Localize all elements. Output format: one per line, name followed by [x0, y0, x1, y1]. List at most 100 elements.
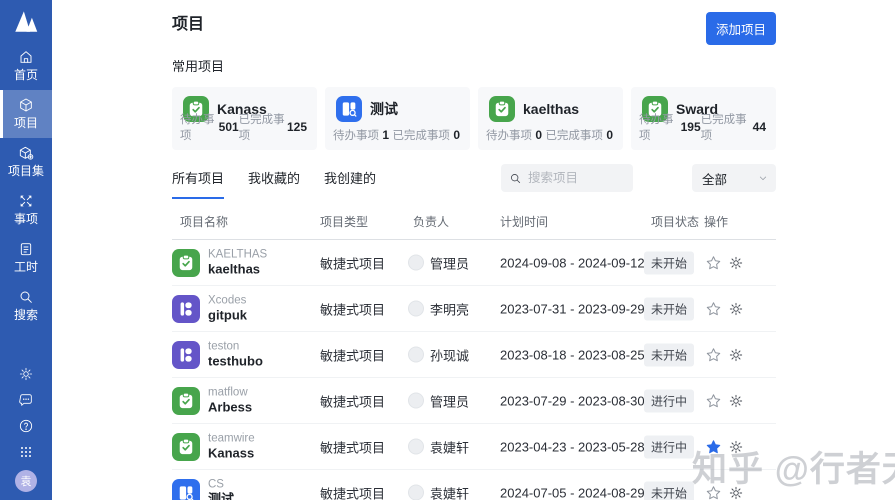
- status-badge: 未开始: [644, 481, 694, 500]
- project-name-link[interactable]: 测试: [208, 491, 234, 500]
- favorite-star-icon[interactable]: [705, 484, 722, 500]
- done-count: 125: [287, 120, 307, 134]
- card-project-name: kaelthas: [523, 101, 579, 117]
- project-card[interactable]: Kanass 待办事项 501 已完成事项 125: [172, 87, 317, 150]
- status-badge: 进行中: [644, 389, 694, 412]
- project-type: 敏捷式项目: [320, 437, 385, 456]
- app-logo[interactable]: [0, 0, 52, 42]
- done-label: 已完成事项: [701, 111, 753, 143]
- table-row[interactable]: matflow Arbess 敏捷式项目 管理员 2023-07-29 - 20…: [172, 378, 776, 424]
- sidebar-bottom: 袁: [0, 366, 52, 492]
- todo-count: 0: [535, 128, 542, 142]
- project-card[interactable]: Sward 待办事项 195 已完成事项 44: [631, 87, 776, 150]
- tab-my-favorites[interactable]: 我收藏的: [248, 168, 300, 199]
- favorite-star-icon[interactable]: [705, 346, 722, 363]
- app-window: 首页 项目 项目集 事项 工时 搜索 袁: [0, 0, 895, 500]
- owner-name: 管理员: [430, 253, 469, 272]
- apps-grid-icon[interactable]: [18, 444, 34, 460]
- table-row[interactable]: Xcodes gitpuk 敏捷式项目 李明亮 2023-07-31 - 202…: [172, 286, 776, 332]
- tab-all-projects[interactable]: 所有项目: [172, 168, 224, 199]
- project-name-link[interactable]: Kanass: [208, 445, 255, 461]
- planned-time: 2024-07-05 - 2024-08-29: [500, 485, 645, 500]
- done-label: 已完成事项: [392, 127, 450, 143]
- sidebar-item-home[interactable]: 首页: [0, 42, 52, 90]
- project-clipboard-icon: [172, 249, 200, 277]
- owner-name: 孙现诚: [430, 345, 469, 364]
- todo-count: 195: [681, 120, 701, 134]
- sidebar-item-issues[interactable]: 事项: [0, 186, 52, 234]
- project-key: matflow: [208, 386, 252, 399]
- owner-avatar: [408, 393, 424, 409]
- planned-time: 2023-07-31 - 2023-09-29: [500, 301, 645, 316]
- status-badge: 未开始: [644, 343, 694, 366]
- project-gitpuk-icon: [172, 341, 200, 369]
- sidebar-item-search[interactable]: 搜索: [0, 282, 52, 330]
- col-project-type: 项目类型: [320, 213, 368, 230]
- sidebar-item-project-sets[interactable]: 项目集: [0, 138, 52, 186]
- main-panel: 项目 添加项目 常用项目 Kanass 待办事项 501 已完成事项 125: [52, 0, 895, 500]
- col-operations: 操作: [704, 213, 728, 230]
- status-badge: 未开始: [644, 251, 694, 274]
- project-key: teamwire: [208, 432, 255, 445]
- project-name-link[interactable]: gitpuk: [208, 307, 247, 323]
- common-projects-title: 常用项目: [172, 56, 776, 75]
- table-row[interactable]: teamwire Kanass 敏捷式项目 袁婕轩 2023-04-23 - 2…: [172, 424, 776, 470]
- project-type: 敏捷式项目: [320, 483, 385, 500]
- project-clipboard-icon: [489, 96, 515, 122]
- owner-avatar: [408, 301, 424, 317]
- col-owner: 负责人: [413, 213, 449, 230]
- help-icon[interactable]: [18, 418, 34, 434]
- sidebar-item-worktime[interactable]: 工时: [0, 234, 52, 282]
- project-type: 敏捷式项目: [320, 345, 385, 364]
- message-icon[interactable]: [18, 392, 34, 408]
- tab-my-created[interactable]: 我创建的: [324, 168, 376, 199]
- project-key: KAELTHAS: [208, 248, 267, 261]
- project-clipboard-icon: [172, 433, 200, 461]
- search-input[interactable]: [528, 171, 625, 185]
- sidebar-item-label: 事项: [14, 212, 38, 226]
- project-name-link[interactable]: Arbess: [208, 399, 252, 415]
- user-avatar[interactable]: 袁: [15, 470, 37, 492]
- page-header: 项目 添加项目: [172, 12, 776, 52]
- row-settings-gear-icon[interactable]: [728, 347, 744, 363]
- favorite-star-icon[interactable]: [705, 254, 722, 271]
- table-row[interactable]: CS 测试 敏捷式项目 袁婕轩 2024-07-05 - 2024-08-29 …: [172, 470, 776, 500]
- owner-avatar: [408, 347, 424, 363]
- row-settings-gear-icon[interactable]: [728, 301, 744, 317]
- status-filter-select[interactable]: 全部: [692, 164, 776, 192]
- owner-avatar: [408, 439, 424, 455]
- card-stats: 待办事项 1 已完成事项 0: [333, 127, 460, 143]
- todo-label: 待办事项: [639, 111, 681, 143]
- done-label: 已完成事项: [545, 127, 603, 143]
- owner-name: 袁婕轩: [430, 437, 469, 456]
- row-settings-gear-icon[interactable]: [728, 255, 744, 271]
- table-row[interactable]: KAELTHAS kaelthas 敏捷式项目 管理员 2024-09-08 -…: [172, 240, 776, 286]
- settings-gear-icon[interactable]: [18, 366, 34, 382]
- card-project-name: 测试: [370, 99, 398, 119]
- project-name-link[interactable]: kaelthas: [208, 261, 267, 277]
- favorite-star-icon[interactable]: [705, 392, 722, 409]
- row-settings-gear-icon[interactable]: [728, 393, 744, 409]
- project-test-icon: [172, 479, 200, 500]
- project-card[interactable]: kaelthas 待办事项 0 已完成事项 0: [478, 87, 623, 150]
- favorite-star-icon[interactable]: [705, 300, 722, 317]
- sidebar-item-projects[interactable]: 项目: [0, 90, 52, 138]
- owner-name: 管理员: [430, 391, 469, 410]
- owner-avatar: [408, 255, 424, 271]
- sidebar-item-label: 首页: [14, 68, 38, 82]
- add-project-button[interactable]: 添加项目: [706, 12, 776, 45]
- issues-icon: [18, 193, 34, 209]
- col-project-status: 项目状态: [651, 213, 699, 230]
- project-card[interactable]: 测试 待办事项 1 已完成事项 0: [325, 87, 470, 150]
- project-name-link[interactable]: testhubo: [208, 353, 263, 369]
- row-settings-gear-icon[interactable]: [728, 439, 744, 455]
- common-project-cards: Kanass 待办事项 501 已完成事项 125 测试 待办: [172, 87, 776, 150]
- row-settings-gear-icon[interactable]: [728, 485, 744, 500]
- col-project-name: 项目名称: [180, 213, 228, 230]
- sidebar-item-label: 工时: [14, 260, 38, 274]
- project-gitpuk-icon: [172, 295, 200, 323]
- favorite-star-icon-filled[interactable]: [705, 438, 722, 455]
- project-search-box[interactable]: [501, 164, 633, 192]
- project-key: Xcodes: [208, 294, 247, 307]
- table-row[interactable]: teston testhubo 敏捷式项目 孙现诚 2023-08-18 - 2…: [172, 332, 776, 378]
